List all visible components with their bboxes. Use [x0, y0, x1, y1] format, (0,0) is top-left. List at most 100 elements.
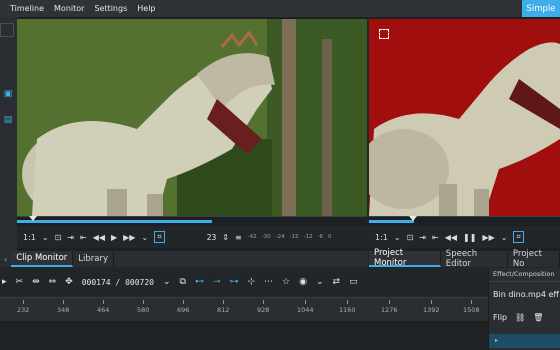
- chevron-down-icon[interactable]: ⌄: [163, 277, 171, 287]
- audio-scale-label: -30: [261, 234, 271, 240]
- crop-icon[interactable]: ⌗: [513, 231, 524, 243]
- menu-bar: Timeline Monitor Settings Help Simple: [0, 0, 560, 17]
- expand-icon[interactable]: ▸: [495, 337, 498, 344]
- timeline-ruler[interactable]: 232 348 464 580 696 812 928 1044 1160 12…: [0, 297, 488, 321]
- ruler-tick: 1508: [463, 300, 480, 314]
- audio-scale-label: 0: [328, 234, 332, 240]
- crop-icon[interactable]: ⌗: [154, 231, 165, 243]
- audio-scale-label: -15: [289, 234, 299, 240]
- spacer-tool-icon[interactable]: ⇹: [32, 277, 40, 287]
- effect-composition-panel: Effect/Composition Bin dino.mp4 eff Flip…: [488, 268, 560, 350]
- timeline-tracks[interactable]: [0, 321, 488, 350]
- project-monitor-video[interactable]: [369, 19, 560, 216]
- chevron-left-icon[interactable]: ‹: [0, 255, 11, 264]
- chevron-down-icon[interactable]: ⌄: [141, 233, 148, 242]
- audio-scale-label: -24: [275, 234, 285, 240]
- fit-icon[interactable]: ⊡: [407, 233, 414, 242]
- menu-help[interactable]: Help: [132, 4, 160, 13]
- slip-tool-icon[interactable]: ⇔: [49, 277, 57, 287]
- rewind-icon[interactable]: ◀◀: [93, 233, 105, 242]
- screen-icon[interactable]: ▭: [349, 277, 358, 287]
- extract-icon[interactable]: ⊸: [213, 277, 221, 287]
- ruler-tick: 696: [177, 300, 190, 314]
- film-icon[interactable]: ▣: [3, 89, 13, 99]
- tab-project-monitor[interactable]: Project Monitor: [369, 248, 441, 268]
- fit-icon[interactable]: ⊡: [55, 233, 62, 242]
- clip-playhead[interactable]: [29, 216, 37, 221]
- flip-row: Flip ⛓ 🗑: [489, 299, 560, 322]
- play-icon[interactable]: ▶: [111, 233, 117, 242]
- insert-icon[interactable]: ⧉: [180, 277, 186, 287]
- ruler-tick: 1160: [339, 300, 356, 314]
- audio-scale-label: -6: [317, 234, 324, 240]
- layout-simple-button[interactable]: Simple: [522, 0, 560, 17]
- spinner-icon[interactable]: ⇕: [222, 233, 229, 242]
- trash-icon[interactable]: 🗑: [533, 313, 543, 322]
- clip-icon[interactable]: ▤: [3, 115, 13, 125]
- forward-icon[interactable]: ▶▶: [123, 233, 135, 242]
- chevron-down-icon[interactable]: ⌄: [394, 233, 401, 242]
- rewind-icon[interactable]: ◀◀: [445, 233, 457, 242]
- ripple-icon[interactable]: ⋯: [264, 277, 273, 287]
- out-point-icon[interactable]: ⇤: [80, 233, 87, 242]
- select-tool-icon[interactable]: ▸: [2, 277, 7, 287]
- project-tabbar: Project Monitor Speech Editor Project No: [369, 248, 560, 269]
- effect-bin-label: Bin dino.mp4 eff: [493, 290, 559, 299]
- clip-monitor-controls: 1:1 ⌄ ⊡ ⇥ ⇤ ◀◀ ▶ ▶▶ ⌄ ⌗ 23 ⇕ ≡ -42 -30 -…: [17, 226, 367, 248]
- forward-icon[interactable]: ▶▶: [482, 233, 494, 242]
- audio-scale-label: -42: [247, 234, 257, 240]
- clip-position-bar: [17, 220, 212, 223]
- project-monitor: 1:1 ⌄ ⊡ ⇥ ⇤ ◀◀ ❚❚ ▶▶ ⌄ ⌗: [369, 17, 560, 259]
- dinosaur-composite-image: [369, 19, 560, 216]
- mix-icon[interactable]: ⇄: [333, 277, 341, 287]
- clip-monitor-ruler[interactable]: [17, 216, 367, 224]
- effect-panel-header: Effect/Composition: [489, 268, 560, 282]
- dock-tab[interactable]: [0, 23, 14, 37]
- out-point-icon[interactable]: ⇤: [432, 233, 439, 242]
- razor-tool-icon[interactable]: ✂: [16, 277, 24, 287]
- star-icon[interactable]: ☆: [282, 277, 290, 287]
- chevron-down-icon[interactable]: ⌄: [501, 233, 508, 242]
- project-monitor-controls: 1:1 ⌄ ⊡ ⇥ ⇤ ◀◀ ❚❚ ▶▶ ⌄ ⌗: [369, 226, 560, 248]
- snap-icon[interactable]: ⊹: [248, 277, 256, 287]
- project-playhead[interactable]: [409, 216, 417, 221]
- pause-icon[interactable]: ❚❚: [463, 233, 476, 242]
- marker-icon[interactable]: ◉: [299, 277, 307, 287]
- link-icon[interactable]: ⛓: [515, 313, 525, 322]
- tab-speech-editor[interactable]: Speech Editor: [441, 249, 508, 269]
- audio-scale-label: -12: [303, 234, 313, 240]
- menu-timeline[interactable]: Timeline: [0, 4, 49, 13]
- project-position-bar: [369, 220, 414, 223]
- clip-zoom-select[interactable]: 1:1: [23, 233, 36, 242]
- ruler-tick: 464: [97, 300, 110, 314]
- menu-icon[interactable]: ≡: [235, 233, 242, 242]
- multicam-icon[interactable]: ✥: [65, 277, 73, 287]
- dinosaur-image: [17, 19, 367, 216]
- ruler-tick: 928: [257, 300, 270, 314]
- ruler-tick: 1276: [381, 300, 398, 314]
- audio-level-scale: -42 -30 -24 -15 -12 -6 0: [248, 234, 332, 240]
- ruler-tick: 232: [17, 300, 30, 314]
- clip-monitor: 1:1 ⌄ ⊡ ⇥ ⇤ ◀◀ ▶ ▶▶ ⌄ ⌗ 23 ⇕ ≡ -42 -30 -…: [17, 17, 367, 259]
- in-point-icon[interactable]: ⇥: [67, 233, 74, 242]
- flip-label: Flip: [493, 313, 508, 322]
- effect-stack-bar[interactable]: ▸: [489, 334, 560, 348]
- project-monitor-ruler[interactable]: [369, 216, 560, 224]
- tab-clip-monitor[interactable]: Clip Monitor: [11, 251, 74, 267]
- clip-monitor-video[interactable]: [17, 19, 367, 216]
- ruler-tick: 348: [57, 300, 70, 314]
- lift-icon[interactable]: ⊶: [230, 277, 239, 287]
- overwrite-icon[interactable]: ⊷: [195, 277, 204, 287]
- tab-library[interactable]: Library: [73, 251, 115, 267]
- tab-project-notes[interactable]: Project No: [508, 249, 560, 269]
- menu-settings[interactable]: Settings: [89, 4, 132, 13]
- menu-monitor[interactable]: Monitor: [49, 4, 89, 13]
- chevron-down-icon[interactable]: ⌄: [42, 233, 49, 242]
- transform-handle-icon[interactable]: [379, 29, 389, 39]
- chevron-down-icon[interactable]: ⌄: [316, 277, 324, 287]
- project-zoom-select[interactable]: 1:1: [375, 233, 388, 242]
- timeline-timecode[interactable]: 000174 / 000720: [82, 278, 154, 287]
- kdenlive-window: Timeline Monitor Settings Help Simple ▣ …: [0, 0, 560, 350]
- in-point-icon[interactable]: ⇥: [419, 233, 426, 242]
- clip-frame-field[interactable]: 23: [207, 233, 217, 242]
